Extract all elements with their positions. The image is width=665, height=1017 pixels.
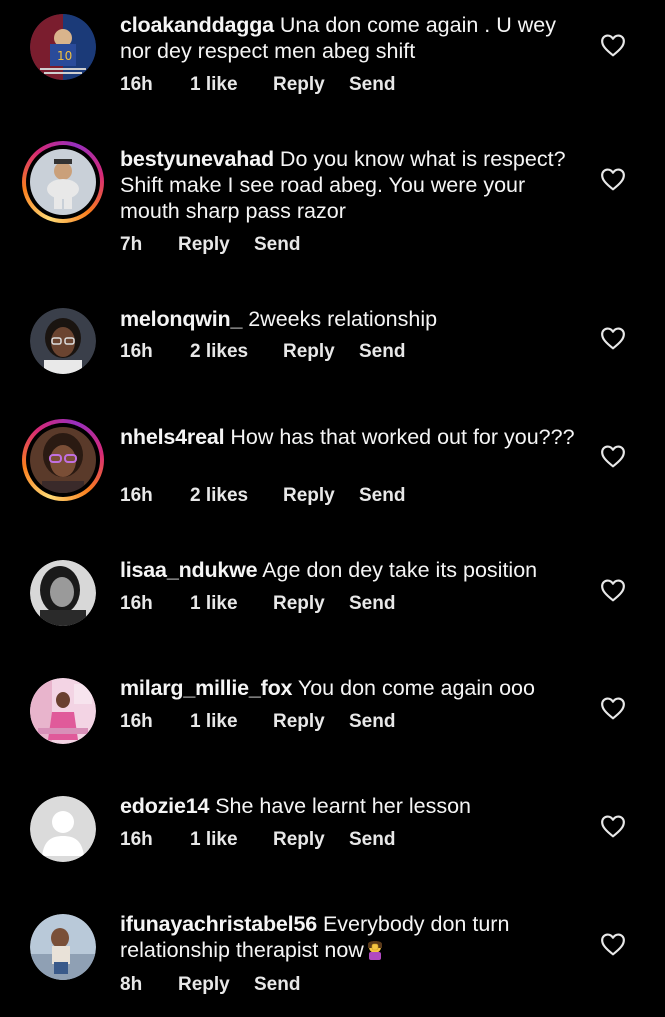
comment-meta: 8h Reply Send [120, 973, 300, 997]
reply-button[interactable]: Reply [273, 593, 349, 615]
comment-meta: 16h 1 like Reply Send [120, 73, 395, 97]
comment-body: She have learnt her lesson [215, 794, 471, 818]
comment-text: milarg_millie_fox You don come again ooo [120, 675, 580, 701]
comment-body: You don come again ooo [297, 676, 535, 700]
comment-likes[interactable]: 2 likes [190, 485, 283, 507]
comment-username[interactable]: bestyunevahad [120, 147, 274, 171]
comment-username[interactable]: melonqwin_ [120, 307, 242, 331]
comment-text: lisaa_ndukwe Age don dey take its positi… [120, 557, 580, 583]
comment-time: 16h [120, 829, 153, 850]
avatar[interactable] [22, 141, 104, 223]
comments-list: 10 cloakanddagga Una don come again . U … [0, 0, 665, 1017]
avatar[interactable] [30, 308, 96, 374]
like-heart-icon[interactable] [600, 326, 626, 350]
avatar[interactable] [30, 678, 96, 744]
comment-text: bestyunevahad Do you know what is respec… [120, 146, 580, 224]
comment-time: 16h [120, 485, 153, 506]
send-button[interactable]: Send [349, 593, 395, 615]
reply-button[interactable]: Reply [178, 234, 254, 256]
comment-text: ifunayachristabel56 Everybody don turn r… [120, 911, 580, 963]
like-heart-icon[interactable] [600, 578, 626, 602]
reply-button[interactable]: Reply [273, 829, 349, 851]
like-heart-icon[interactable] [600, 167, 626, 191]
comment-time: 16h [120, 593, 153, 614]
comment-meta: 16h 2 likes Reply Send [120, 340, 405, 364]
svg-text:10: 10 [57, 49, 72, 63]
reply-button[interactable]: Reply [178, 974, 254, 996]
comment-meta: 16h 1 like Reply Send [120, 828, 395, 852]
comment-meta: 16h 1 like Reply Send [120, 592, 395, 616]
comment-time: 16h [120, 74, 153, 95]
send-button[interactable]: Send [349, 711, 395, 733]
comment-likes[interactable]: 2 likes [190, 341, 283, 363]
like-heart-icon[interactable] [600, 932, 626, 956]
send-button[interactable]: Send [359, 341, 405, 363]
comment-meta: 16h 1 like Reply Send [120, 710, 395, 734]
comment-meta: 16h 2 likes Reply Send [120, 484, 405, 508]
send-button[interactable]: Send [254, 234, 300, 256]
like-heart-icon[interactable] [600, 444, 626, 468]
comment-likes[interactable]: 1 like [190, 711, 273, 733]
comment-time: 7h [120, 234, 143, 255]
send-button[interactable]: Send [349, 829, 395, 851]
comment-likes[interactable]: 1 like [190, 74, 273, 96]
reply-button[interactable]: Reply [273, 74, 349, 96]
reply-button[interactable]: Reply [283, 485, 359, 507]
like-heart-icon[interactable] [600, 814, 626, 838]
comment-text: melonqwin_ 2weeks relationship [120, 306, 580, 332]
comment-username[interactable]: nhels4real [120, 425, 225, 449]
comment-likes[interactable]: 1 like [190, 593, 273, 615]
comment-time: 16h [120, 711, 153, 732]
like-heart-icon[interactable] [600, 696, 626, 720]
comment-username[interactable]: ifunayachristabel56 [120, 912, 317, 936]
comment-text: edozie14 She have learnt her lesson [120, 793, 580, 819]
comment-body: Age don dey take its position [262, 558, 538, 582]
comment-username[interactable]: cloakanddagga [120, 13, 274, 37]
comment-text: cloakanddagga Una don come again . U wey… [120, 12, 580, 64]
comment-username[interactable]: milarg_millie_fox [120, 676, 292, 700]
reply-button[interactable]: Reply [283, 341, 359, 363]
comment-text: nhels4real How has that worked out for y… [120, 424, 580, 450]
avatar[interactable] [30, 914, 96, 980]
comment-time: 16h [120, 341, 153, 362]
comment-meta: 7h Reply Send [120, 233, 300, 257]
send-button[interactable]: Send [359, 485, 405, 507]
send-button[interactable]: Send [254, 974, 300, 996]
like-heart-icon[interactable] [600, 33, 626, 57]
comment-body: How has that worked out for you??? [230, 425, 575, 449]
comment-username[interactable]: edozie14 [120, 794, 209, 818]
comment-time: 8h [120, 974, 143, 995]
send-button[interactable]: Send [349, 74, 395, 96]
comment-body: 2weeks relationship [248, 307, 438, 331]
reply-button[interactable]: Reply [273, 711, 349, 733]
comment-likes[interactable]: 1 like [190, 829, 273, 851]
avatar[interactable]: 10 [30, 14, 96, 80]
avatar[interactable] [30, 560, 96, 626]
avatar[interactable] [30, 796, 96, 862]
woman-facepalming-emoji [364, 938, 386, 960]
comment-username[interactable]: lisaa_ndukwe [120, 558, 258, 582]
avatar[interactable] [22, 419, 104, 501]
